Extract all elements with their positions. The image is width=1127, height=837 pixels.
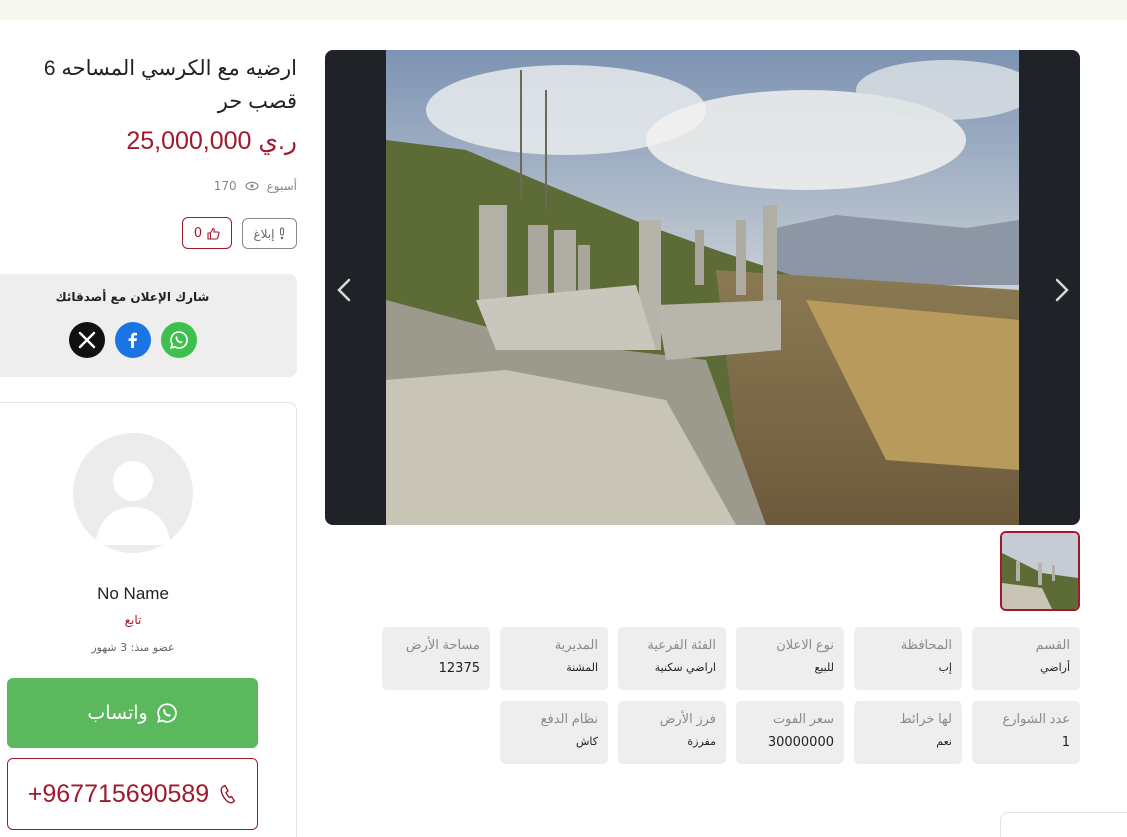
phone-contact-button[interactable]: +967715690589 bbox=[7, 758, 258, 830]
attr-governorate: المحافظة إب bbox=[854, 627, 962, 690]
attr-label: المديرية bbox=[554, 637, 598, 652]
corner-widget[interactable] bbox=[1000, 812, 1127, 837]
gallery-prev-button[interactable] bbox=[327, 272, 363, 308]
attr-value: للبيع bbox=[814, 661, 835, 674]
attr-label: لها خرائط bbox=[899, 711, 952, 726]
attr-value: نعم bbox=[936, 735, 952, 748]
listing-meta: أسبوع 170 bbox=[150, 179, 297, 193]
whatsapp-icon bbox=[156, 703, 177, 723]
attr-label: سعر الفوت bbox=[772, 711, 834, 726]
attr-category: القسم أراضي bbox=[972, 627, 1080, 690]
attr-payment-system: نظام الدفع كاش bbox=[500, 701, 608, 764]
attr-value: 30000000 bbox=[767, 735, 834, 750]
seller-name: No Name bbox=[97, 584, 169, 603]
attr-label: مساحة الأرض bbox=[405, 637, 480, 652]
gallery-thumbnail[interactable] bbox=[1000, 531, 1080, 611]
x-logo bbox=[78, 331, 96, 349]
thumbs-up-icon bbox=[207, 227, 220, 240]
follow-link[interactable]: تابع bbox=[33, 613, 233, 627]
member-since: عضو منذ: 3 شهور bbox=[91, 641, 175, 654]
x-icon[interactable] bbox=[69, 322, 105, 358]
attr-value: كاش bbox=[575, 735, 598, 748]
attr-label: المحافظة bbox=[900, 637, 952, 652]
image-gallery bbox=[325, 50, 1080, 525]
thumbnail-image bbox=[1002, 533, 1078, 609]
whatsapp-contact-button[interactable]: واتساب bbox=[7, 678, 258, 748]
share-panel: شارك الإعلان مع أصدقائك bbox=[0, 274, 297, 377]
attr-label: القسم bbox=[1035, 637, 1070, 652]
report-button[interactable]: إبلاغ bbox=[242, 218, 297, 249]
report-label: إبلاغ bbox=[253, 226, 275, 241]
phone-icon bbox=[220, 784, 236, 804]
attr-district: المديرية المشنة bbox=[500, 627, 608, 690]
facebook-logo bbox=[128, 332, 137, 348]
listing-title: ارضيه مع الكرسي المساحه 6 قصب حر bbox=[43, 57, 297, 113]
attr-ad-type: نوع الاعلان للبيع bbox=[736, 627, 844, 690]
whatsapp-label: واتساب bbox=[87, 702, 148, 724]
attr-value: مفرزة bbox=[687, 735, 716, 748]
listing-price: 25,000,000 ر.ي bbox=[126, 127, 297, 155]
attr-value: أراضي bbox=[1040, 661, 1070, 674]
attr-label: نوع الاعلان bbox=[776, 637, 834, 652]
phone-number: +967715690589 bbox=[27, 779, 210, 808]
like-count: 0 bbox=[193, 225, 203, 241]
attr-label: نظام الدفع bbox=[540, 711, 598, 726]
user-silhouette-icon bbox=[95, 461, 171, 545]
attr-foot-price: سعر الفوت 30000000 bbox=[736, 701, 844, 764]
attr-value: 12375 bbox=[438, 661, 480, 676]
avatar[interactable] bbox=[73, 433, 193, 553]
eye-icon bbox=[245, 181, 259, 191]
attr-has-maps: لها خرائط نعم bbox=[854, 701, 962, 764]
listing-photo[interactable] bbox=[386, 50, 1019, 525]
view-count: 170 bbox=[213, 179, 237, 193]
attr-label: عدد الشوارع bbox=[1002, 711, 1070, 726]
attr-value: إب bbox=[938, 661, 952, 674]
exclamation-icon bbox=[279, 227, 284, 240]
whatsapp-logo bbox=[170, 331, 188, 349]
posted-time: أسبوع bbox=[266, 179, 297, 193]
like-button[interactable]: 0 bbox=[182, 217, 232, 249]
attr-label: فرز الأرض bbox=[659, 711, 716, 726]
facebook-icon[interactable] bbox=[115, 322, 151, 358]
attr-value: 1 bbox=[1061, 735, 1070, 750]
attr-label: الفئة الفرعية bbox=[647, 637, 716, 652]
attr-land-sorting: فرز الأرض مفرزة bbox=[618, 701, 726, 764]
attr-land-area: مساحة الأرض 12375 bbox=[382, 627, 490, 690]
gallery-next-button[interactable] bbox=[1043, 272, 1079, 308]
share-title: شارك الإعلان مع أصدقائك bbox=[55, 290, 210, 304]
attr-value: المشنة bbox=[566, 661, 598, 674]
attr-value: اراضي سكنية bbox=[654, 661, 716, 674]
whatsapp-icon[interactable] bbox=[161, 322, 197, 358]
top-bar bbox=[0, 0, 1127, 20]
attr-street-count: عدد الشوارع 1 bbox=[972, 701, 1080, 764]
attr-subcategory: الفئة الفرعية اراضي سكنية bbox=[618, 627, 726, 690]
